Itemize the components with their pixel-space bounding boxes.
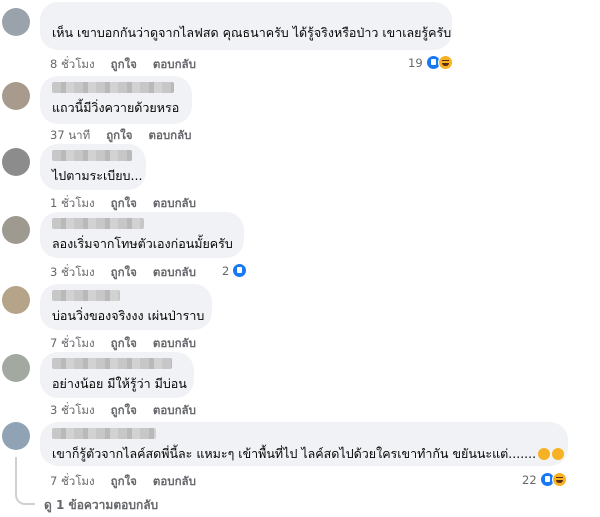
reply-button[interactable]: ตอบกลับ [153, 402, 196, 420]
reaction-summary[interactable]: 22 [518, 471, 569, 488]
reply-button[interactable]: ตอบกลับ [153, 56, 196, 74]
comment-time[interactable]: 8 ชั่วโมง [50, 56, 95, 74]
avatar[interactable] [2, 148, 30, 176]
comment-bubble: ลองเริ่มจากโทษตัวเองก่อนมั้ยครับ [40, 212, 244, 258]
commenter-name-blurred[interactable] [52, 290, 120, 301]
reaction-count: 2 [222, 263, 230, 278]
comment-text-content: เขาก็รู้ตัวจากไลค์สดพี่นี้ละ แหมะๆ เข้าพ… [52, 446, 537, 461]
comment-meta: 7 ชั่วโมง ถูกใจ ตอบกลับ [50, 473, 212, 491]
commenter-name-blurred[interactable] [52, 428, 156, 439]
commenter-name-blurred[interactable] [52, 82, 174, 93]
comment-bubble: บ่อนวิ่งของจริงงง เผ่นป่าราบ [40, 284, 212, 330]
comment-text: เห็น เขาบอกกันว่าดูจากไลฟสด คุณธนาครับ ไ… [52, 25, 452, 40]
commenter-name-blurred[interactable] [52, 150, 132, 161]
view-replies-link[interactable]: ดู 1 ข้อความตอบกลับ [44, 496, 158, 515]
avatar[interactable] [2, 8, 30, 36]
laughing-emoji-icon [552, 448, 565, 460]
comment-meta: 37 นาที ถูกใจ ตอบกลับ [50, 127, 207, 145]
reaction-count: 19 [408, 55, 423, 70]
comment-meta: 1 ชั่วโมง ถูกใจ ตอบกลับ [50, 195, 212, 213]
tears-of-joy-emoji-icon [538, 448, 551, 460]
like-icon [232, 263, 248, 278]
like-button[interactable]: ถูกใจ [111, 56, 137, 74]
avatar[interactable] [2, 422, 30, 450]
like-button[interactable]: ถูกใจ [111, 402, 137, 420]
comment-time[interactable]: 7 ชั่วโมง [50, 473, 95, 491]
avatar[interactable] [2, 354, 30, 382]
reply-button[interactable]: ตอบกลับ [153, 264, 196, 282]
comment-bubble: เขาก็รู้ตัวจากไลค์สดพี่นี้ละ แหมะๆ เข้าพ… [40, 422, 568, 466]
like-button[interactable]: ถูกใจ [106, 127, 132, 145]
commenter-name-blurred[interactable] [52, 218, 144, 229]
comment-bubble: ไปตามระเบียบ... [40, 144, 146, 190]
reply-button[interactable]: ตอบกลับ [153, 473, 196, 491]
comment-meta: 3 ชั่วโมง ถูกใจ ตอบกลับ [50, 264, 212, 282]
comment-text: บ่อนวิ่งของจริงงง เผ่นป่าราบ [52, 308, 205, 323]
avatar[interactable] [2, 82, 30, 110]
comment-time[interactable]: 3 ชั่วโมง [50, 402, 95, 420]
comment-bubble: เห็น เขาบอกกันว่าดูจากไลฟสด คุณธนาครับ ไ… [40, 2, 452, 50]
comment-time[interactable]: 37 นาที [50, 127, 90, 145]
comment-text: อย่างน้อย มีให้รู้ว่า มีบ่อน [52, 376, 187, 391]
comment-bubble: แถวนี้มีวิ่งควายด้วยหรอ [40, 76, 192, 124]
comment-time[interactable]: 7 ชั่วโมง [50, 335, 95, 353]
comment-meta: 3 ชั่วโมง ถูกใจ ตอบกลับ [50, 402, 212, 420]
comment-text: เขาก็รู้ตัวจากไลค์สดพี่นี้ละ แหมะๆ เข้าพ… [52, 445, 565, 462]
reaction-summary[interactable]: 2 [218, 262, 250, 279]
commenter-name-blurred[interactable] [52, 358, 172, 369]
reply-button[interactable]: ตอบกลับ [148, 127, 191, 145]
comment-meta: 8 ชั่วโมง ถูกใจ ตอบกลับ [50, 56, 212, 74]
reaction-count: 22 [522, 472, 537, 487]
reply-button[interactable]: ตอบกลับ [153, 195, 196, 213]
reaction-summary[interactable]: 19 [404, 54, 455, 71]
comment-time[interactable]: 1 ชั่วโมง [50, 195, 95, 213]
avatar[interactable] [2, 286, 30, 314]
comment-bubble: อย่างน้อย มีให้รู้ว่า มีบ่อน [40, 352, 194, 398]
like-button[interactable]: ถูกใจ [111, 473, 137, 491]
comment-text: ลองเริ่มจากโทษตัวเองก่อนมั้ยครับ [52, 236, 233, 251]
haha-icon [437, 55, 453, 70]
haha-icon [551, 472, 567, 487]
avatar[interactable] [2, 216, 30, 244]
comment-text: แถวนี้มีวิ่งควายด้วยหรอ [52, 100, 180, 115]
comment-meta: 7 ชั่วโมง ถูกใจ ตอบกลับ [50, 335, 212, 353]
comment-text: ไปตามระเบียบ... [52, 168, 143, 183]
like-button[interactable]: ถูกใจ [111, 264, 137, 282]
comment-time[interactable]: 3 ชั่วโมง [50, 264, 95, 282]
reply-button[interactable]: ตอบกลับ [153, 335, 196, 353]
like-button[interactable]: ถูกใจ [111, 195, 137, 213]
like-button[interactable]: ถูกใจ [111, 335, 137, 353]
reply-thread-line [15, 457, 35, 505]
